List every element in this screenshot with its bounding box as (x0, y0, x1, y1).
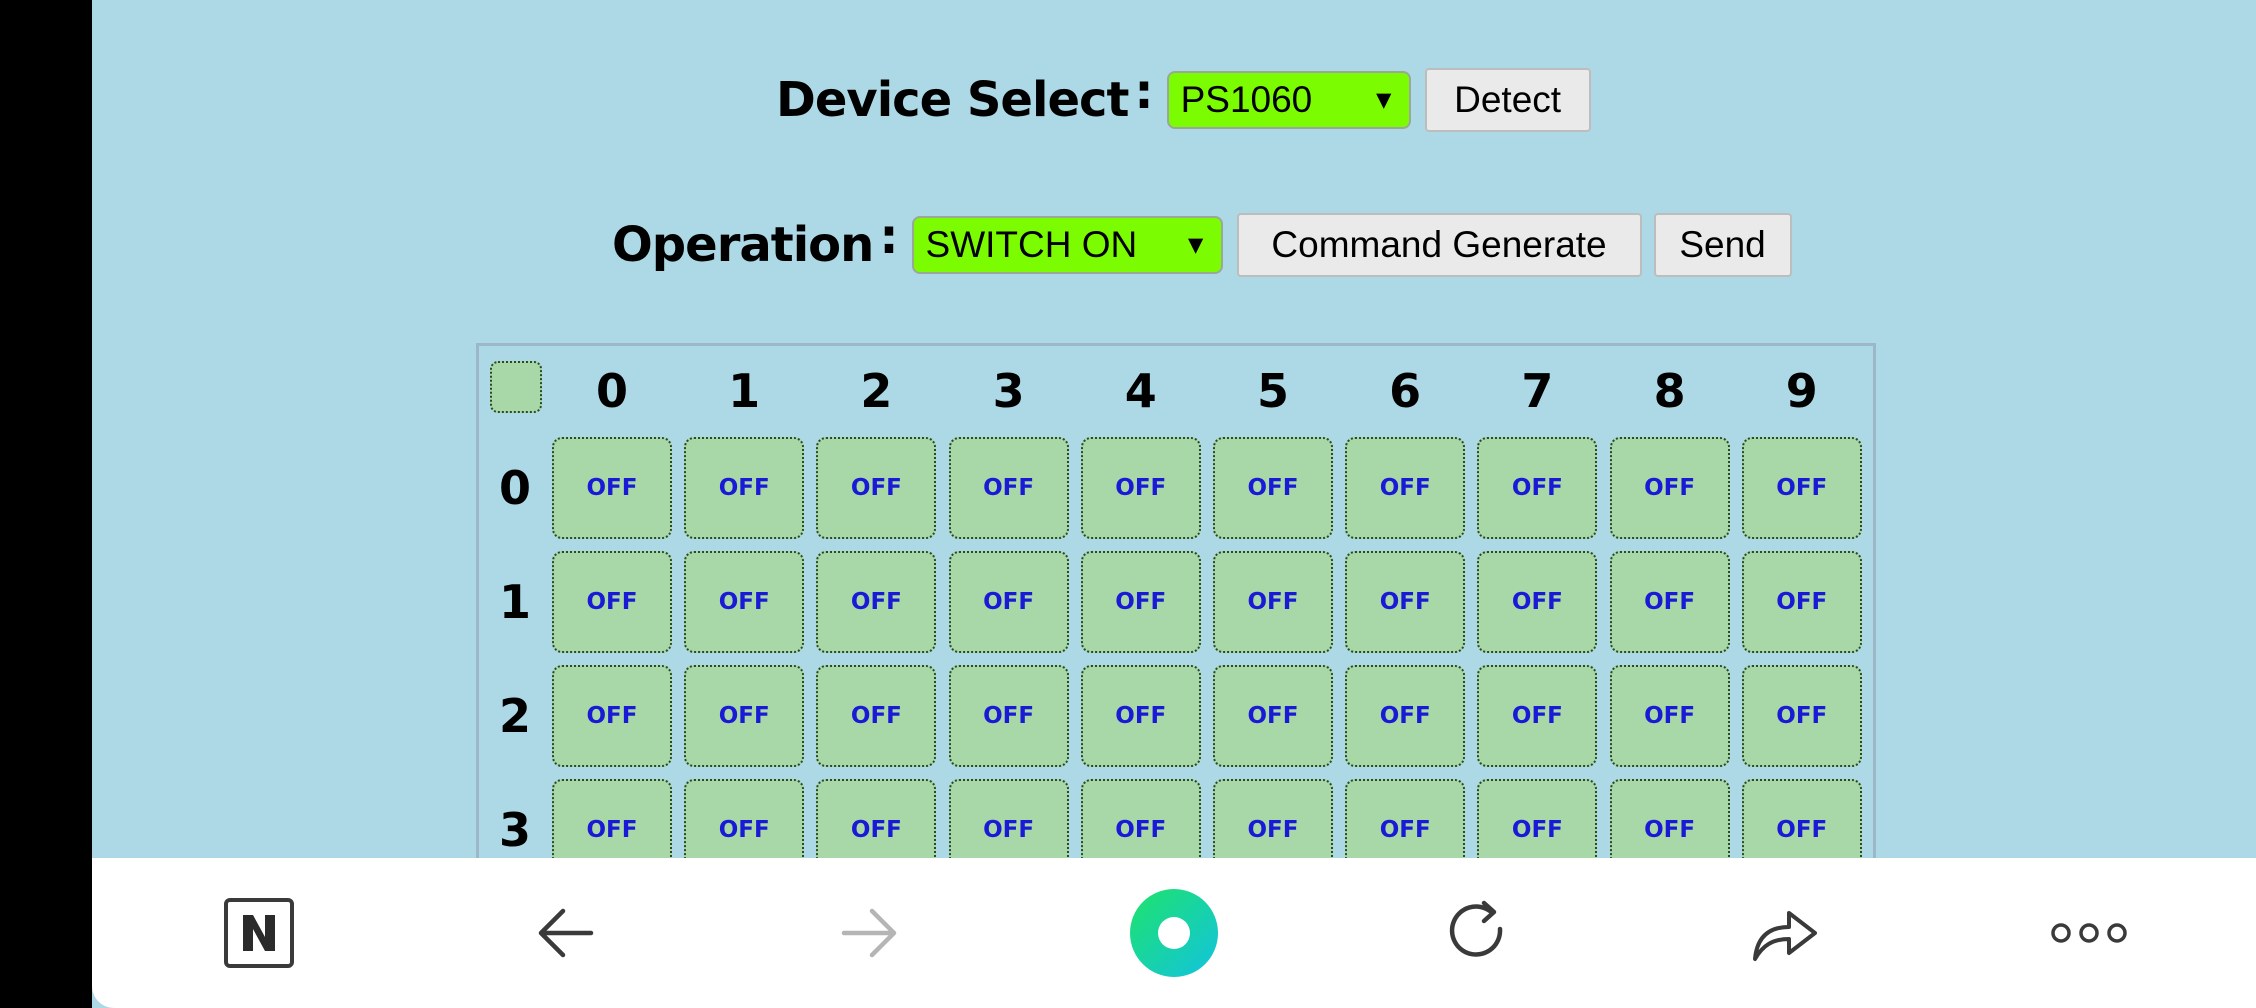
row-header: 1 (498, 575, 531, 629)
column-header: 4 (1124, 364, 1157, 418)
home-button[interactable] (1114, 858, 1234, 1008)
column-header: 6 (1389, 364, 1422, 418)
switch-toggle[interactable]: OFF (1213, 665, 1333, 767)
switch-toggle[interactable]: OFF (816, 437, 937, 539)
switch-toggle[interactable]: OFF (948, 437, 1069, 539)
switch-toggle[interactable]: OFF (1345, 437, 1466, 539)
switch-toggle[interactable]: OFF (1609, 437, 1730, 539)
switch-toggle[interactable]: OFF (816, 665, 937, 767)
forward-button[interactable] (810, 858, 930, 1008)
row-header: 3 (498, 803, 531, 857)
naver-n-icon (224, 898, 294, 968)
column-header: 2 (860, 364, 893, 418)
column-header: 3 (992, 364, 1025, 418)
switch-toggle[interactable]: OFF (1741, 665, 1862, 767)
switch-toggle[interactable]: OFF (1345, 665, 1466, 767)
dropdown-arrow-icon: ▼ (1182, 229, 1209, 260)
switch-toggle[interactable]: OFF (948, 665, 1069, 767)
detect-button[interactable]: Detect (1424, 68, 1591, 132)
column-header: 1 (728, 364, 761, 418)
switch-toggle[interactable]: OFF (1080, 665, 1201, 767)
switch-toggle[interactable]: OFF (1080, 551, 1201, 653)
switch-toggle[interactable]: OFF (1477, 551, 1598, 653)
switch-toggle[interactable]: OFF (1741, 551, 1862, 653)
switch-toggle[interactable]: OFF (684, 551, 805, 653)
switch-toggle[interactable]: OFF (1609, 551, 1730, 653)
row-header: 0 (498, 461, 531, 515)
switch-toggle[interactable]: OFF (552, 665, 672, 767)
operation-label: Operation (612, 217, 874, 273)
operation-select-dropdown[interactable]: SWITCH ON ▼ (911, 216, 1223, 274)
web-page: Device Select : PS1060 ▼ Detect Operatio… (92, 0, 2256, 1008)
more-button[interactable] (2029, 858, 2149, 1008)
operation-row: Operation : SWITCH ON ▼ Command Generate… (612, 209, 1792, 277)
operation-selected-value: SWITCH ON (925, 224, 1138, 265)
operation-colon: : (879, 209, 898, 265)
switch-toggle[interactable]: OFF (1609, 665, 1730, 767)
browser-bottom-bar (92, 858, 2256, 1008)
naver-n-button[interactable] (199, 858, 319, 1008)
switch-toggle[interactable]: OFF (552, 437, 672, 539)
device-select-row: Device Select : PS1060 ▼ Detect (776, 64, 1591, 132)
column-header: 7 (1521, 364, 1554, 418)
switch-toggle[interactable]: OFF (552, 551, 672, 653)
switch-toggle[interactable]: OFF (1213, 437, 1333, 539)
select-all-checkbox[interactable] (490, 361, 542, 413)
row-header: 2 (498, 689, 531, 743)
switch-toggle[interactable]: OFF (1477, 437, 1598, 539)
switch-toggle[interactable]: OFF (1213, 551, 1333, 653)
switch-toggle[interactable]: OFF (684, 437, 805, 539)
switch-toggle[interactable]: OFF (1477, 665, 1598, 767)
forward-arrow-icon (841, 908, 897, 958)
device-select-dropdown[interactable]: PS1060 ▼ (1166, 71, 1411, 129)
switch-toggle[interactable]: OFF (684, 665, 805, 767)
dropdown-arrow-icon: ▼ (1370, 84, 1397, 115)
switch-toggle[interactable]: OFF (1741, 437, 1862, 539)
send-button[interactable]: Send (1653, 213, 1792, 277)
switch-toggle[interactable]: OFF (1080, 437, 1201, 539)
switch-toggle[interactable]: OFF (948, 551, 1069, 653)
device-selected-value: PS1060 (1180, 79, 1313, 120)
more-dots-icon (2051, 923, 2127, 943)
column-header: 9 (1785, 364, 1818, 418)
share-button[interactable] (1725, 858, 1845, 1008)
refresh-icon (1449, 900, 1503, 957)
refresh-button[interactable] (1418, 858, 1538, 1008)
column-header: 0 (595, 364, 628, 418)
device-select-colon: : (1134, 64, 1153, 120)
command-generate-button[interactable]: Command Generate (1236, 213, 1642, 277)
share-icon (1753, 911, 1817, 961)
back-arrow-icon (538, 908, 594, 958)
back-button[interactable] (505, 858, 625, 1008)
switch-toggle[interactable]: OFF (1345, 551, 1466, 653)
switch-toggle[interactable]: OFF (816, 551, 937, 653)
column-header: 8 (1653, 364, 1686, 418)
column-header: 5 (1256, 364, 1289, 418)
home-circle-icon (1130, 889, 1218, 977)
device-select-label: Device Select (776, 72, 1129, 128)
